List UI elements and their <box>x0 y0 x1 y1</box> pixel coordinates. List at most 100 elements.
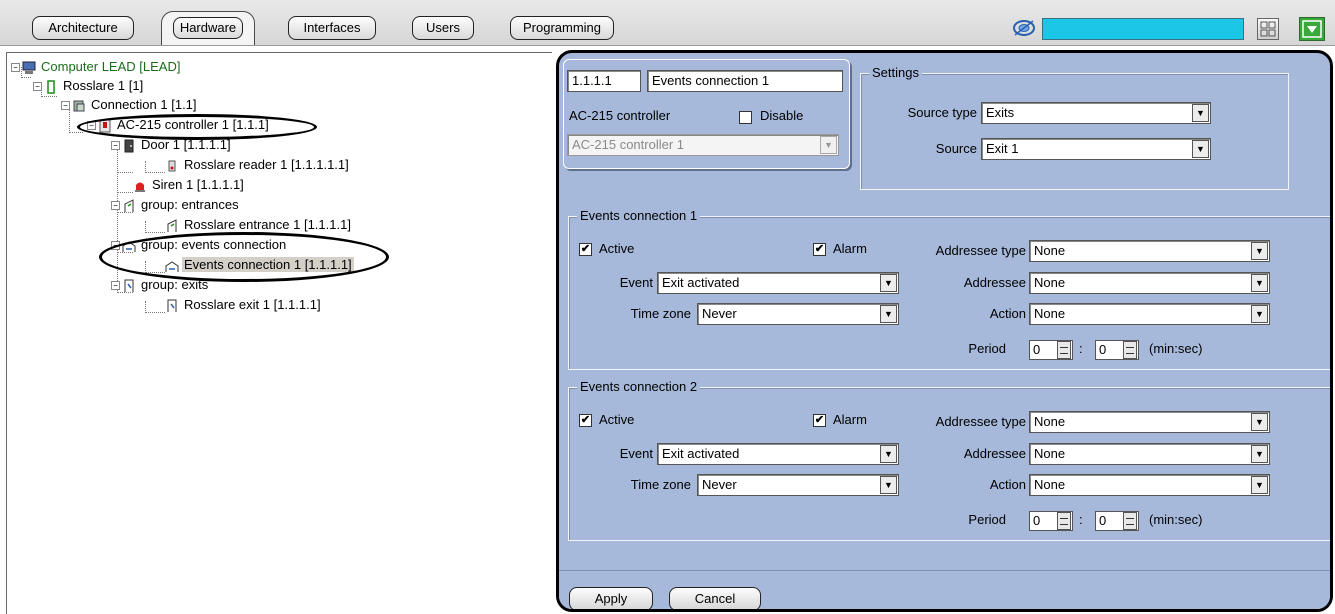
entrance-icon <box>124 198 134 212</box>
entrance-icon <box>167 218 177 232</box>
tree-node-rosslare[interactable]: − Rosslare 1 [1] <box>33 77 145 95</box>
dropdown-menu-icon[interactable] <box>1299 17 1325 41</box>
tree-node-computer[interactable]: − Computer LEAD [LEAD] <box>11 58 182 76</box>
alarm-label: Alarm <box>833 412 867 427</box>
tree-connector <box>145 221 165 233</box>
collapse-icon[interactable]: − <box>33 82 42 92</box>
object-header: 1.1.1.1 Events connection 1 AC-215 contr… <box>563 59 850 169</box>
event-select[interactable]: Exit activated ▼ <box>657 272 899 294</box>
addressee-type-label: Addressee type <box>935 414 1026 429</box>
tree-node-label: Rosslare entrance 1 [1.1.1.1] <box>184 217 351 232</box>
action-label: Action <box>989 477 1026 492</box>
addressee-select[interactable]: None ▼ <box>1029 272 1270 294</box>
reader-icon <box>168 160 176 172</box>
tab-hardware[interactable]: Hardware <box>161 11 255 45</box>
parent-select: AC-215 controller 1 ▼ <box>567 134 839 156</box>
siren-icon <box>135 182 145 192</box>
group-title: Events connection 1 <box>577 208 701 224</box>
active-checkbox[interactable]: ✔ <box>579 243 592 256</box>
computer-icon <box>22 61 36 74</box>
events-connection-group-1: Events connection 1 ✔ Active ✔ Alarm Eve… <box>568 208 1330 370</box>
action-select[interactable]: None ▼ <box>1029 303 1270 325</box>
source-type-select[interactable]: Exits ▼ <box>981 102 1211 124</box>
period-unit-label: (min:sec) <box>1149 341 1203 356</box>
tree-connector <box>145 301 165 313</box>
tree-node-label: Computer LEAD [LEAD] <box>41 59 181 74</box>
addressee-value: None <box>1034 275 1066 290</box>
parent-select-value: AC-215 controller 1 <box>572 137 684 152</box>
tree-node-label: Rosslare reader 1 [1.1.1.1.1] <box>184 157 349 172</box>
addressee-label: Addressee <box>963 275 1026 290</box>
timezone-select[interactable]: Never ▼ <box>697 303 899 325</box>
disable-checkbox[interactable] <box>739 111 752 124</box>
active-label: Active <box>599 412 635 427</box>
tree-node-group-entrances[interactable]: − group: entrances <box>111 196 241 214</box>
object-id-field[interactable]: 1.1.1.1 <box>567 70 641 92</box>
cancel-button[interactable]: Cancel <box>669 587 761 609</box>
chevron-down-icon[interactable]: ▼ <box>880 445 897 463</box>
alarm-checkbox[interactable]: ✔ <box>813 414 826 427</box>
highlight-ellipse <box>77 114 317 140</box>
chevron-down-icon[interactable]: ▼ <box>880 274 897 292</box>
timezone-select[interactable]: Never ▼ <box>697 474 899 496</box>
tab-hardware-label: Hardware <box>172 17 244 39</box>
source-select[interactable]: Exit 1 ▼ <box>981 138 1211 160</box>
event-label: Event <box>619 446 653 461</box>
timezone-label: Time zone <box>630 306 691 321</box>
chevron-down-icon[interactable]: ▼ <box>1251 274 1268 292</box>
spinner-icon[interactable] <box>1057 341 1071 359</box>
spinner-icon[interactable] <box>1123 341 1137 359</box>
tab-interfaces[interactable]: Interfaces <box>288 16 376 40</box>
active-checkbox[interactable]: ✔ <box>579 414 592 427</box>
addressee-type-value: None <box>1034 243 1066 258</box>
chevron-down-icon[interactable]: ▼ <box>1251 305 1268 323</box>
apply-button[interactable]: Apply <box>569 587 653 609</box>
addressee-type-select[interactable]: None ▼ <box>1029 411 1270 433</box>
chevron-down-icon[interactable]: ▼ <box>880 476 897 494</box>
collapse-icon[interactable]: − <box>111 201 120 211</box>
alarm-checkbox[interactable]: ✔ <box>813 243 826 256</box>
collapse-icon[interactable]: − <box>61 101 70 111</box>
event-select[interactable]: Exit activated ▼ <box>657 443 899 465</box>
collapse-icon[interactable]: − <box>111 141 120 151</box>
chevron-down-icon[interactable]: ▼ <box>1192 104 1209 122</box>
network-icon[interactable] <box>1012 17 1036 39</box>
timezone-label: Time zone <box>630 477 691 492</box>
action-select[interactable]: None ▼ <box>1029 474 1270 496</box>
door-icon <box>124 139 134 153</box>
exit-icon <box>124 279 134 292</box>
source-type-value: Exits <box>986 105 1015 120</box>
event-label: Event <box>619 275 653 290</box>
status-field[interactable] <box>1042 18 1244 40</box>
source-type-label: Source type <box>907 105 977 120</box>
chevron-down-icon[interactable]: ▼ <box>1251 242 1268 260</box>
spinner-icon[interactable] <box>1057 512 1071 530</box>
period-separator: : <box>1079 341 1083 356</box>
exit-icon <box>167 299 177 312</box>
collapse-icon[interactable]: − <box>11 63 20 73</box>
chevron-down-icon[interactable]: ▼ <box>880 305 897 323</box>
tab-users[interactable]: Users <box>412 16 474 40</box>
chevron-down-icon[interactable]: ▼ <box>1251 413 1268 431</box>
addressee-label: Addressee <box>963 446 1026 461</box>
chevron-down-icon[interactable]: ▼ <box>1251 476 1268 494</box>
chevron-down-icon[interactable]: ▼ <box>1192 140 1209 158</box>
tab-architecture[interactable]: Architecture <box>32 16 134 40</box>
tab-programming[interactable]: Programming <box>510 16 614 40</box>
addressee-type-value: None <box>1034 414 1066 429</box>
addressee-select[interactable]: None ▼ <box>1029 443 1270 465</box>
action-value: None <box>1034 477 1066 492</box>
group-title: Events connection 2 <box>577 379 701 395</box>
tree-node-siren[interactable]: Siren 1 [1.1.1.1] <box>133 176 246 194</box>
addressee-type-select[interactable]: None ▼ <box>1029 240 1270 262</box>
tree-node-exit[interactable]: Rosslare exit 1 [1.1.1.1] <box>165 296 323 314</box>
tree-node-reader[interactable]: Rosslare reader 1 [1.1.1.1.1] <box>165 156 351 174</box>
chevron-down-icon[interactable]: ▼ <box>1251 445 1268 463</box>
rosslare-icon <box>47 79 55 94</box>
grid-layout-icon[interactable] <box>1257 18 1279 40</box>
object-name-field[interactable]: Events connection 1 <box>647 70 843 92</box>
disable-label: Disable <box>760 108 804 123</box>
spinner-icon[interactable] <box>1123 512 1137 530</box>
collapse-icon[interactable]: − <box>111 281 120 291</box>
tree-node-connection[interactable]: − Connection 1 [1.1] <box>61 96 199 114</box>
